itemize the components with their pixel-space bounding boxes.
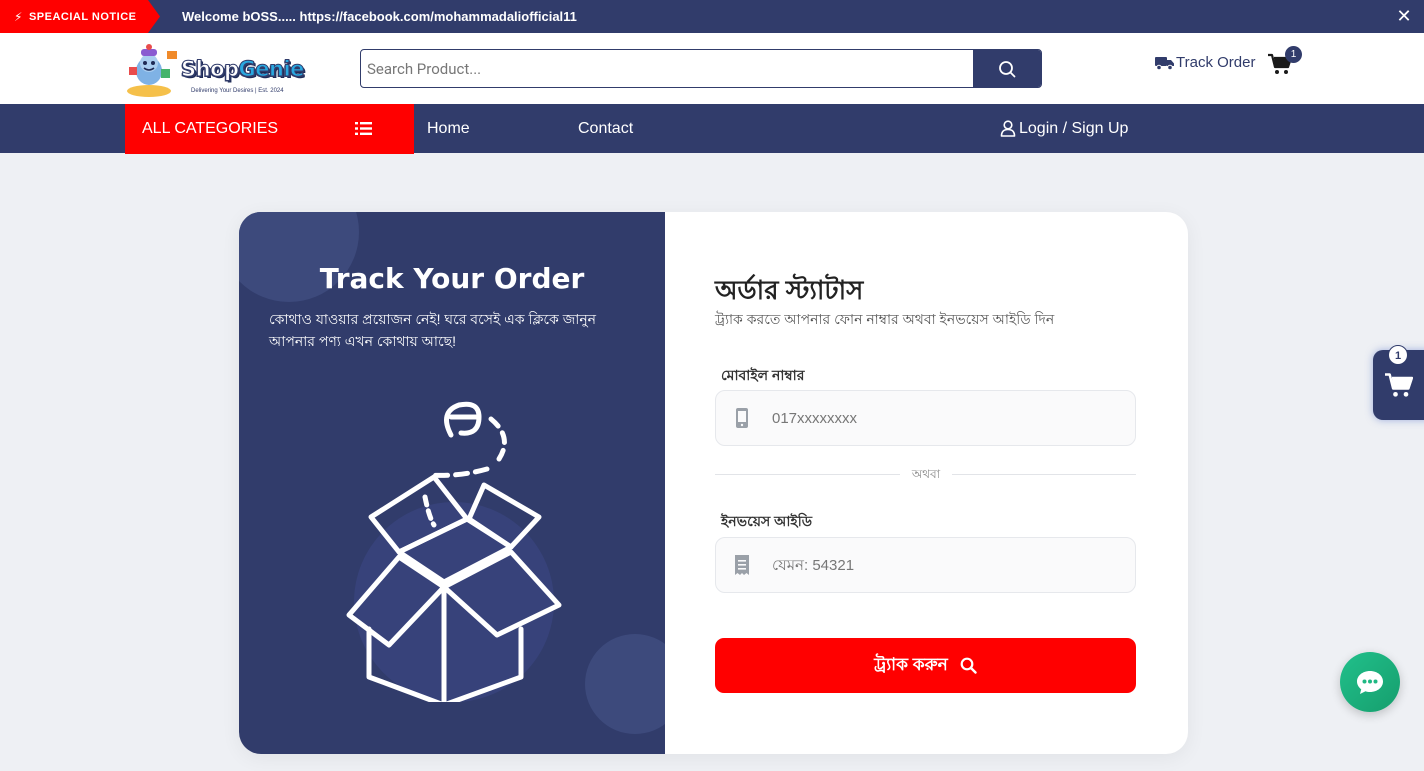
cart-icon: [1385, 373, 1413, 397]
or-separator: অথবা: [900, 466, 952, 486]
user-icon: [1000, 120, 1016, 137]
track-order-card: Track Your Order কোথাও যাওয়ার প্রয়োজন …: [239, 212, 1188, 754]
order-status-form: অর্ডার স্ট্যাটাস ট্র্যাক করতে আপনার ফোন …: [665, 212, 1188, 754]
all-categories-button[interactable]: ALL CATEGORIES: [125, 104, 414, 154]
mobile-icon: [736, 408, 748, 428]
cart-button[interactable]: 1: [1268, 46, 1302, 81]
chat-button[interactable]: [1340, 652, 1400, 712]
track-submit-button[interactable]: ট্র্যাক করুন: [715, 638, 1136, 693]
truck-icon: [1155, 56, 1174, 70]
header: ShopGenie Delivering Your Desires | Est.…: [0, 33, 1424, 104]
mobile-field-wrapper: [715, 390, 1136, 446]
search-input[interactable]: [361, 50, 974, 87]
invoice-input[interactable]: [772, 538, 1122, 592]
chat-bubble-icon: [1357, 671, 1383, 694]
track-order-link[interactable]: Track Order: [1155, 54, 1255, 71]
floating-cart-count: 1: [1388, 345, 1408, 365]
track-order-label: Track Order: [1176, 54, 1256, 71]
receipt-icon: [735, 555, 749, 575]
login-signup-link[interactable]: Login / Sign Up: [1000, 104, 1128, 153]
logo-word-a: Shop: [181, 57, 240, 82]
login-label: Login / Sign Up: [1019, 119, 1129, 137]
cart-count-badge: 1: [1285, 46, 1302, 63]
search-bar: [360, 49, 1042, 88]
track-submit-label: ট্র্যাক করুন: [874, 654, 948, 674]
genie-mascot-icon: [127, 44, 177, 97]
logo-tagline: Delivering Your Desires | Est. 2024: [191, 88, 284, 94]
open-box-illustration: [346, 401, 562, 702]
main-nav: ALL CATEGORIES Home Contact Login / Sign…: [0, 104, 1424, 154]
floating-cart-button[interactable]: 1: [1373, 345, 1424, 420]
search-icon: [960, 657, 977, 674]
track-info-panel: Track Your Order কোথাও যাওয়ার প্রয়োজন …: [239, 212, 665, 754]
form-subtitle: ট্র্যাক করতে আপনার ফোন নাম্বার অথবা ইনভয…: [715, 311, 1055, 327]
invoice-label: ইনভয়েস আইডি: [721, 513, 813, 529]
decor-circle: [585, 634, 665, 734]
all-categories-label: ALL CATEGORIES: [142, 120, 279, 137]
mobile-input[interactable]: [772, 391, 1122, 445]
invoice-field-wrapper: [715, 537, 1136, 593]
logo[interactable]: ShopGenie Delivering Your Desires | Est.…: [125, 41, 325, 99]
panel-title: Track Your Order: [319, 262, 585, 295]
notice-tag: ⚡ SPEACIAL NOTICE: [0, 0, 160, 33]
bolt-icon: ⚡: [14, 9, 23, 24]
logo-word-b: Genie: [238, 57, 305, 82]
search-icon: [999, 60, 1016, 77]
notice-text: Welcome bOSS..... https://facebook.com/m…: [182, 9, 577, 24]
search-button[interactable]: [973, 50, 1041, 87]
nav-home[interactable]: Home: [427, 104, 470, 153]
notice-bar: ⚡ SPEACIAL NOTICE Welcome bOSS..... http…: [0, 0, 1424, 33]
list-icon: [355, 122, 372, 135]
panel-description: কোথাও যাওয়ার প্রয়োজন নেই! ঘরে বসেই এক …: [269, 311, 597, 349]
notice-tag-label: SPEACIAL NOTICE: [28, 10, 137, 23]
close-icon[interactable]: ✕: [1394, 6, 1414, 26]
logo-wordmark: ShopGenie: [181, 57, 305, 82]
nav-contact[interactable]: Contact: [578, 104, 633, 153]
mobile-label: মোবাইল নাম্বার: [721, 367, 805, 383]
